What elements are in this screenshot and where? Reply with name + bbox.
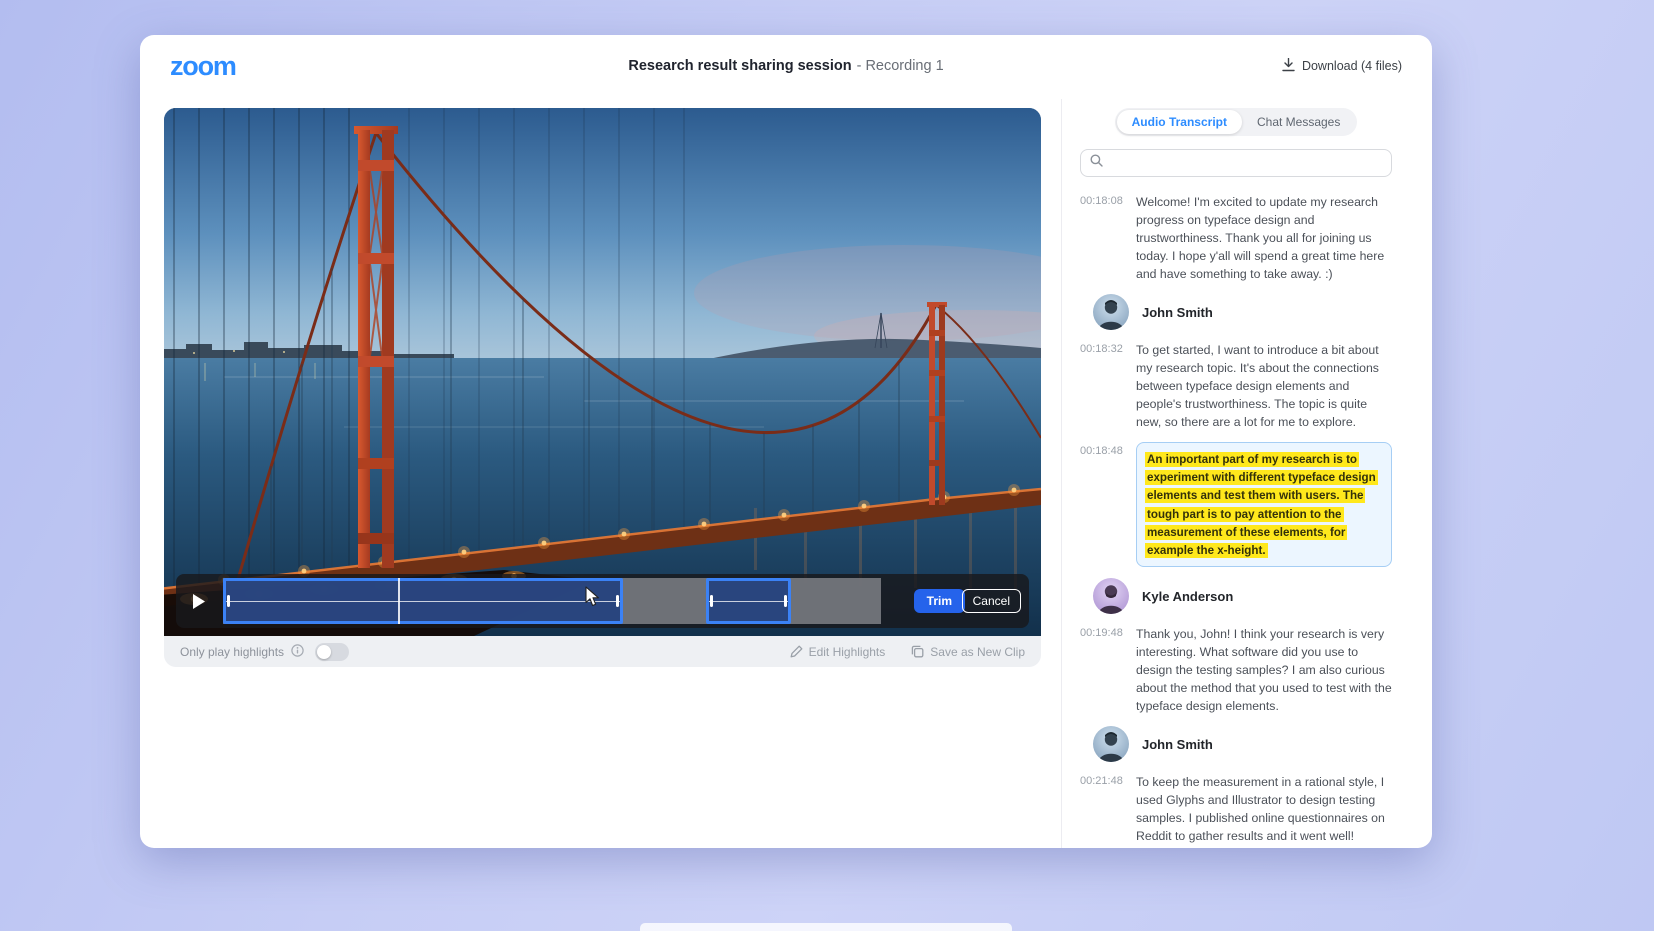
download-label: Download (4 files) [1302,59,1402,73]
toggle-knob [317,645,331,659]
header: zoom Research result sharing session - Re… [140,35,1432,97]
session-title: Research result sharing session [628,58,851,74]
transcript-text: To keep the measurement in a rational st… [1136,773,1392,845]
transcript-timestamp: 00:18:08 [1080,193,1127,283]
transcript-text: Thank you, John! I think your research i… [1136,625,1392,715]
play-button[interactable] [176,574,222,628]
trim-selection-2[interactable] [706,578,791,624]
speaker-name: John Smith [1142,737,1213,752]
transcript-entries: 00:18:08 Welcome! I'm excited to update … [1080,193,1392,845]
recording-window: zoom Research result sharing session - Re… [140,35,1432,848]
selection-left-handle[interactable] [710,595,713,607]
speaker-row: Kyle Anderson [1080,578,1392,614]
speaker-row: John Smith [1080,726,1392,762]
info-icon [291,644,304,660]
person-avatar-icon [1093,726,1129,762]
tab-chat-messages[interactable]: Chat Messages [1242,110,1355,134]
selection-right-handle[interactable] [616,595,619,607]
cancel-button[interactable]: Cancel [962,589,1021,613]
player-toolbar: Only play highlights Edit Highlights Sav… [164,636,1041,667]
transcript-panel: Audio Transcript Chat Messages 00:18:08 … [1080,108,1392,845]
transcript-entry[interactable]: 00:19:48 Thank you, John! I think your r… [1080,625,1392,715]
taskbar-hint [640,923,1012,931]
trim-bar: Trim Cancel [176,574,1029,628]
playhead[interactable] [398,578,400,624]
transcript-timestamp: 00:18:32 [1080,341,1127,431]
selection-midline [226,601,620,602]
transcript-timestamp: 00:19:48 [1080,625,1127,715]
tab-audio-transcript[interactable]: Audio Transcript [1117,110,1242,134]
transcript-text: To get started, I want to introduce a bi… [1136,341,1392,431]
save-as-new-clip-button[interactable]: Save as New Clip [911,645,1025,659]
avatar [1093,578,1129,614]
speaker-name: John Smith [1142,305,1213,320]
download-button[interactable]: Download (4 files) [1282,58,1402,75]
selection-midline [709,601,788,602]
recording-label: - Recording 1 [857,58,944,74]
person-avatar-icon [1093,578,1129,614]
transcript-entry[interactable]: 00:21:48 To keep the measurement in a ra… [1080,773,1392,845]
transcript-entry-highlighted[interactable]: 00:18:48 An important part of my researc… [1080,443,1392,567]
highlighted-text: An important part of my research is to e… [1145,452,1378,558]
person-avatar-icon [1093,294,1129,330]
trim-timeline[interactable] [223,578,881,624]
transcript-text: Welcome! I'm excited to update my resear… [1136,193,1392,283]
transcript-search[interactable] [1080,149,1392,177]
selection-left-handle[interactable] [227,595,230,607]
trim-selection-1[interactable] [223,578,623,624]
download-icon [1282,58,1295,75]
edit-highlights-label: Edit Highlights [809,645,886,659]
search-icon [1090,154,1103,172]
transcript-timestamp: 00:18:48 [1080,443,1127,567]
video-frame-golden-gate-bridge [164,108,1041,636]
trim-button[interactable]: Trim [914,589,965,613]
video-player[interactable]: Trim Cancel [164,108,1041,636]
avatar [1093,726,1129,762]
avatar [1093,294,1129,330]
transcript-entry[interactable]: 00:18:32 To get started, I want to intro… [1080,341,1392,431]
play-icon [193,594,205,609]
panel-divider [1061,99,1062,848]
only-play-highlights-toggle[interactable] [315,643,349,661]
highlight-box: An important part of my research is to e… [1136,442,1392,567]
transcript-timestamp: 00:21:48 [1080,773,1127,845]
selection-right-handle[interactable] [784,595,787,607]
transcript-entry[interactable]: 00:18:08 Welcome! I'm excited to update … [1080,193,1392,283]
page-title: Research result sharing session - Recordi… [628,58,943,74]
panel-tabs: Audio Transcript Chat Messages [1080,108,1392,136]
video-player-wrap: Trim Cancel Only play highlights Edit Hi… [164,108,1041,667]
clip-copy-icon [911,645,924,658]
pencil-icon [790,645,803,658]
speaker-row: John Smith [1080,294,1392,330]
zoom-logo: zoom [170,51,236,82]
edit-highlights-button[interactable]: Edit Highlights [790,645,886,659]
save-as-new-clip-label: Save as New Clip [930,645,1025,659]
mouse-cursor [584,586,601,608]
search-input[interactable] [1109,156,1382,170]
speaker-name: Kyle Anderson [1142,589,1233,604]
only-play-highlights-label: Only play highlights [180,645,284,659]
